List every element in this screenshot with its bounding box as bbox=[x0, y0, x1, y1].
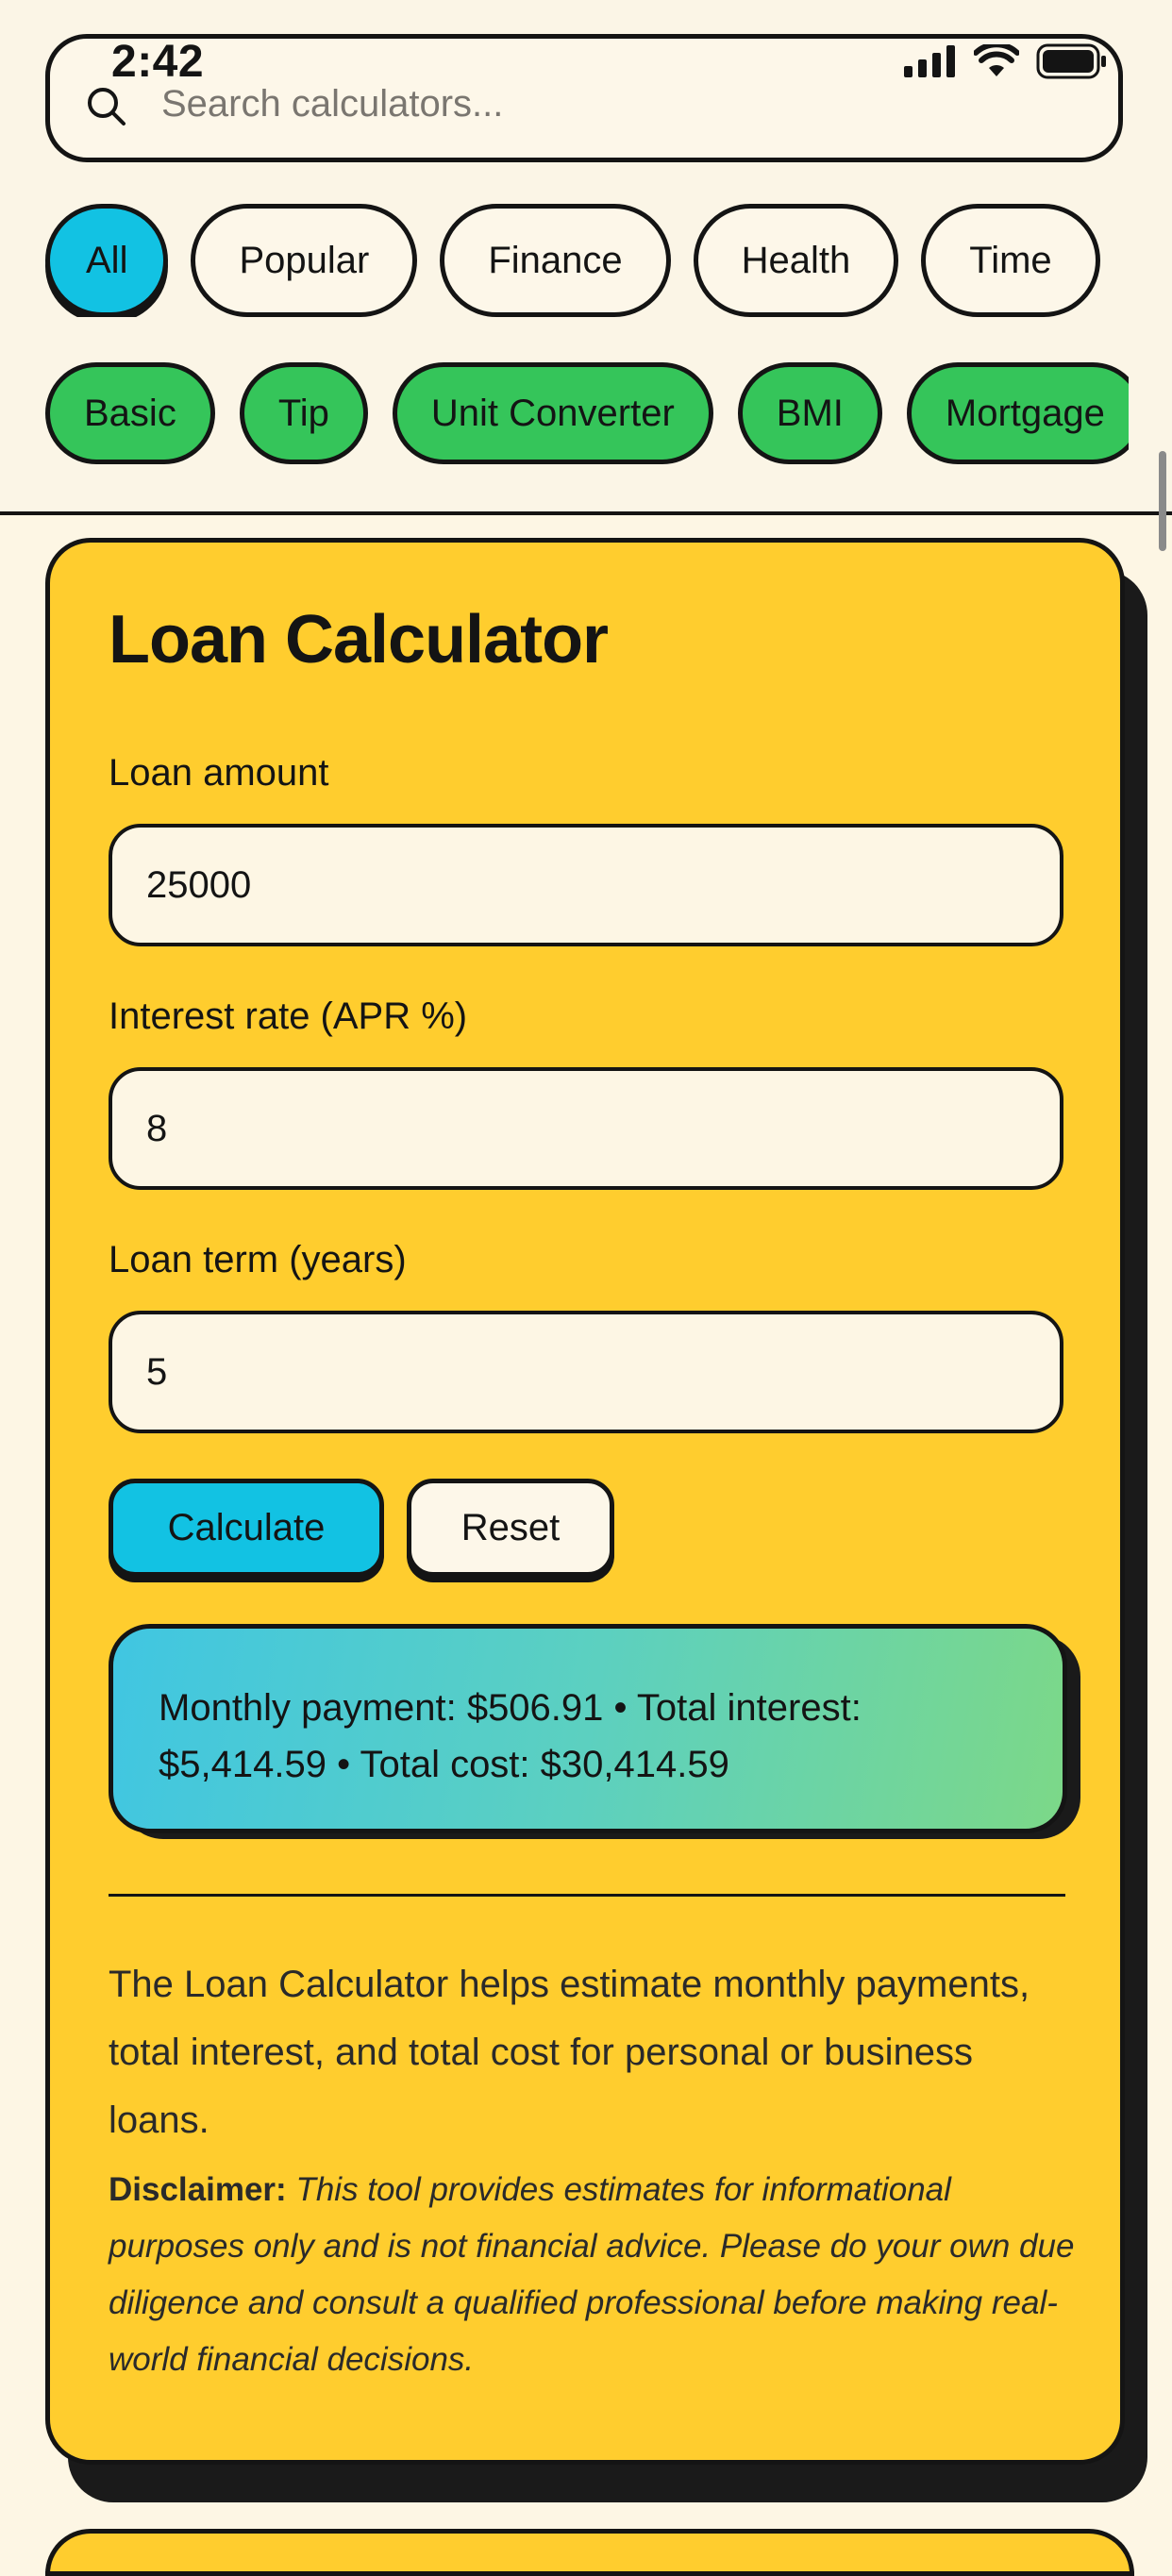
cellular-signal-icon bbox=[904, 45, 957, 82]
battery-icon bbox=[1036, 43, 1108, 84]
chip-all[interactable]: All bbox=[45, 204, 169, 317]
top-header: 2:42 AllPopularFinanceHe bbox=[0, 0, 1172, 515]
result-panel: Monthly payment: $506.91 • Total interes… bbox=[109, 1624, 1067, 1833]
disclaimer: Disclaimer: This tool provides estimates… bbox=[109, 2162, 1080, 2388]
loan-amount-input[interactable] bbox=[109, 824, 1063, 946]
chip-health[interactable]: Health bbox=[693, 204, 899, 317]
reset-button[interactable]: Reset bbox=[407, 1479, 614, 1577]
status-icons bbox=[904, 42, 1108, 84]
chip-popular[interactable]: Popular bbox=[191, 204, 418, 317]
chip-unit-converter[interactable]: Unit Converter bbox=[392, 362, 713, 464]
interest-rate-input[interactable] bbox=[109, 1067, 1063, 1190]
category-chips: All Popular Finance Health Time bbox=[45, 204, 1129, 317]
disclaimer-label: Disclaimer: bbox=[109, 2171, 287, 2208]
chip-bmi[interactable]: BMI bbox=[737, 362, 882, 464]
chip-finance[interactable]: Finance bbox=[440, 204, 671, 317]
scrollbar-thumb[interactable] bbox=[1159, 451, 1166, 551]
interest-rate-label: Interest rate (APR %) bbox=[109, 995, 468, 1037]
divider bbox=[109, 1894, 1065, 1897]
loan-amount-label: Loan amount bbox=[109, 752, 329, 794]
card-title: Loan Calculator bbox=[109, 602, 609, 677]
loan-term-input[interactable] bbox=[109, 1311, 1063, 1433]
loan-term-label: Loan term (years) bbox=[109, 1239, 407, 1280]
chip-mortgage[interactable]: Mortgage bbox=[906, 362, 1129, 464]
calculate-button[interactable]: Calculate bbox=[109, 1479, 384, 1577]
calculator-chips: Basic Tip Unit Converter BMI Mortgage bbox=[45, 362, 1129, 468]
search-icon bbox=[86, 86, 127, 132]
search-input[interactable] bbox=[161, 80, 1011, 127]
wifi-icon bbox=[973, 42, 1020, 83]
calculator-description: The Loan Calculator helps estimate month… bbox=[109, 1964, 1030, 2141]
chip-time[interactable]: Time bbox=[921, 204, 1100, 317]
status-time: 2:42 bbox=[111, 37, 205, 87]
chip-tip[interactable]: Tip bbox=[239, 362, 368, 464]
chip-basic[interactable]: Basic bbox=[45, 362, 215, 464]
loan-calculator-card: Loan Calculator Loan amount Interest rat… bbox=[45, 538, 1125, 2465]
